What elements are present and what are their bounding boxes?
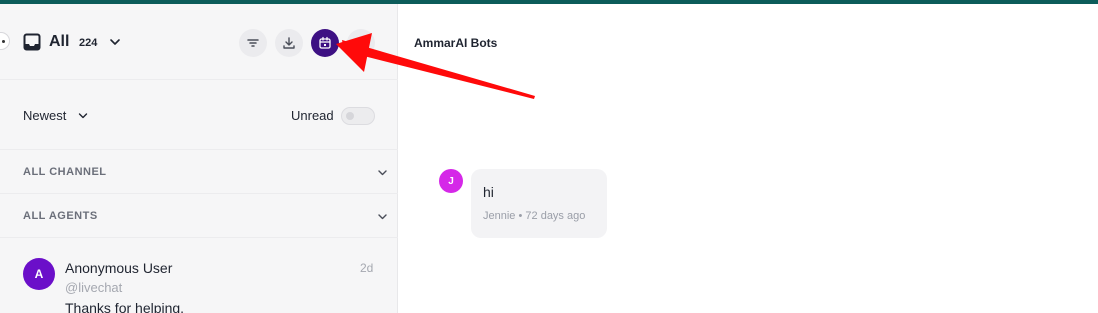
inbox-filter-label[interactable]: All [49, 33, 69, 51]
toggle-knob [346, 112, 354, 120]
message-author: Jennie [483, 210, 516, 222]
message-time: 72 days ago [525, 210, 586, 222]
search-button[interactable] [347, 29, 375, 57]
download-button[interactable] [275, 29, 303, 57]
inbox-tray-icon [23, 33, 41, 51]
message-meta: Jennie • 72 days ago [483, 210, 585, 222]
filter-icon [247, 39, 259, 47]
channel-filter-label: ALL CHANNEL [23, 166, 107, 178]
search-icon [355, 37, 367, 49]
conversation-handle: @livechat [65, 280, 123, 295]
sort-dropdown-label[interactable]: Newest [23, 108, 66, 123]
calendar-icon [319, 36, 331, 49]
message-text: hi [483, 184, 494, 200]
chevron-down-icon[interactable] [108, 36, 122, 48]
chevron-down-icon[interactable] [77, 110, 89, 122]
unread-toggle[interactable] [341, 107, 375, 125]
calendar-button[interactable] [311, 29, 339, 57]
inbox-count: 224 [79, 37, 98, 49]
avatar: A [23, 258, 55, 290]
channel-filter[interactable]: ALL CHANNEL [0, 150, 398, 194]
conversation-preview: Thanks for helping. [65, 300, 185, 313]
chevron-down-icon [378, 170, 387, 176]
conversation-name: Anonymous User [65, 260, 173, 276]
message-bubble: hi Jennie • 72 days ago [471, 169, 607, 238]
unread-toggle-label: Unread [291, 108, 334, 123]
download-icon [283, 37, 295, 49]
message-avatar: J [439, 169, 463, 193]
chevron-down-icon [378, 214, 387, 220]
inbox-header: All 224 [0, 4, 398, 80]
conversation-list-item[interactable]: A Anonymous User 2d @livechat Thanks for… [0, 238, 398, 313]
conversation-sidebar: All 224 Newest Unread ALL CHANNEL ALL AG… [0, 4, 398, 313]
sort-bar: Newest Unread [0, 80, 398, 150]
collapse-handle[interactable] [0, 32, 10, 50]
agents-filter[interactable]: ALL AGENTS [0, 194, 398, 238]
chat-title: AmmarAI Bots [414, 36, 498, 50]
conversation-time: 2d [360, 261, 374, 275]
filter-button[interactable] [239, 29, 267, 57]
meta-separator: • [518, 210, 523, 222]
agents-filter-label: ALL AGENTS [23, 210, 98, 222]
